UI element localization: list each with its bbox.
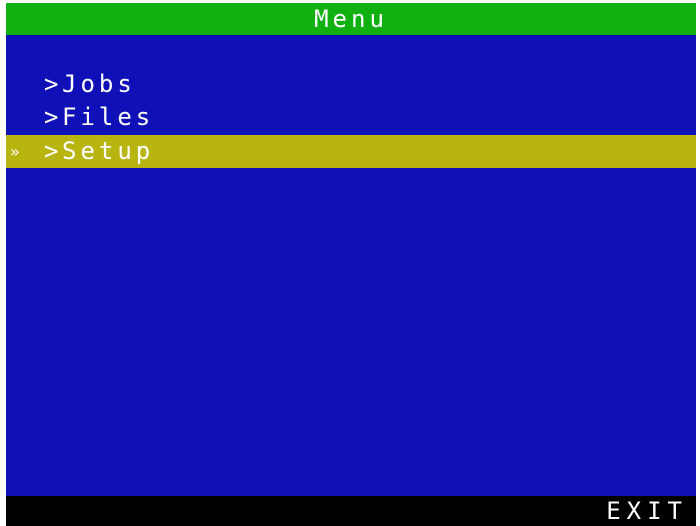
chevron-right-icon: > [44,103,59,131]
title-bar: Menu [6,3,696,35]
chevron-right-icon: > [44,137,59,165]
selection-cursor-icon: » [10,142,20,161]
menu-item-label: Setup [62,137,155,165]
menu-item-label: Files [62,103,155,131]
exit-button[interactable]: EXIT [606,496,688,526]
menu-list: > Jobs > Files » > Setup [6,35,696,496]
footer-bar: EXIT [6,496,696,526]
menu-title: Menu [314,5,388,33]
chevron-right-icon: > [44,70,59,98]
menu-screen: Menu > Jobs > Files » > Setup EXIT [0,0,700,526]
menu-item-files[interactable]: > Files [6,101,696,134]
menu-item-setup[interactable]: » > Setup [6,135,696,168]
menu-item-jobs[interactable]: > Jobs [6,68,696,101]
menu-item-label: Jobs [62,70,136,98]
